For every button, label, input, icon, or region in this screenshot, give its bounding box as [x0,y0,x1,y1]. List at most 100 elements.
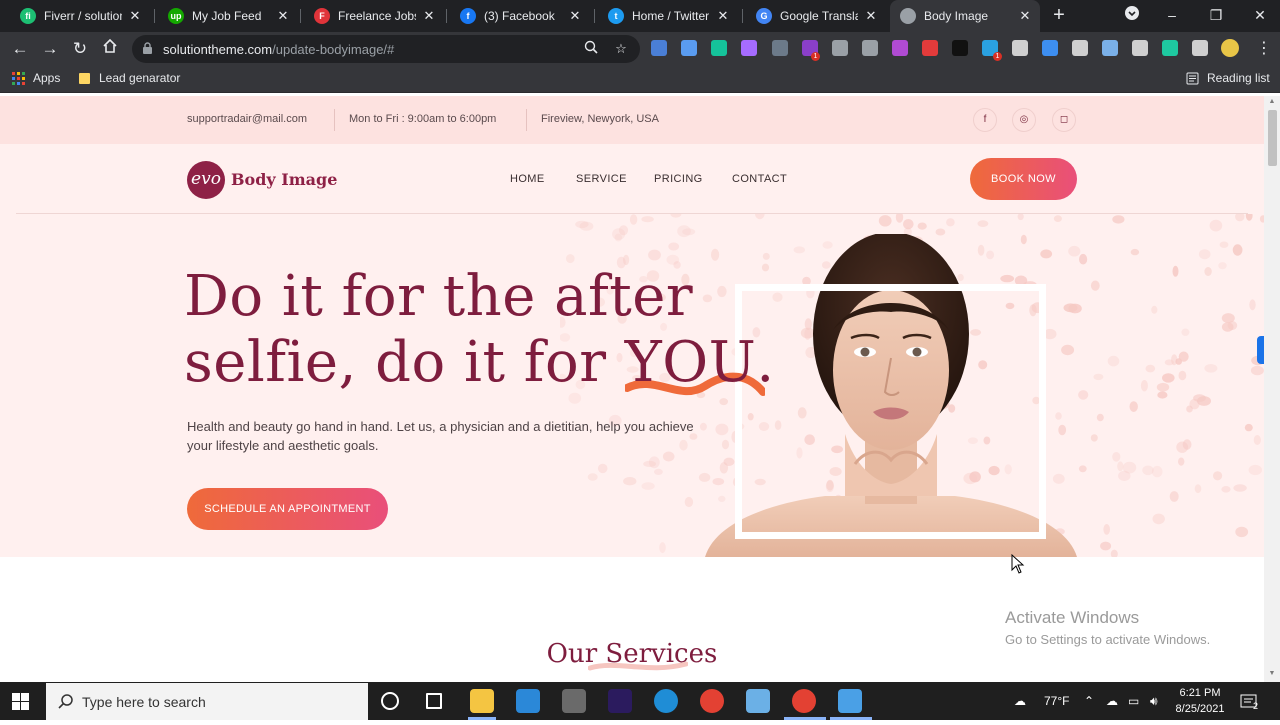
back-button[interactable]: ← [8,37,32,61]
snip-tool-icon[interactable] [838,689,862,713]
browser-tab[interactable]: Body Image ✕ [890,0,1040,32]
maximize-button[interactable]: ❐ [1196,0,1236,32]
bookmark-apps[interactable]: Apps [12,71,60,85]
puzzle-extension-icon[interactable] [1192,40,1208,56]
reload-button[interactable]: ↻ [68,37,92,61]
chrome-icon[interactable] [700,689,724,713]
pattern-dot [1017,214,1024,221]
logo-mark[interactable]: evo [187,161,225,199]
scroll-down-icon[interactable]: ▼ [1268,670,1276,677]
pattern-dot [1129,401,1138,412]
task-view-icon[interactable] [381,692,399,710]
close-window-button[interactable]: ✕ [1240,0,1280,32]
minimize-button[interactable]: – [1152,0,1192,32]
triangle-extension-icon[interactable] [1012,40,1028,56]
camera-extension-icon[interactable] [862,40,878,56]
flag-extension-icon[interactable] [1162,40,1178,56]
pattern-dot [1178,457,1185,466]
new-tab-button[interactable]: + [1048,4,1070,26]
support-email[interactable]: supportradair@mail.com [187,113,307,125]
pattern-dot [1178,370,1187,381]
tray-network-alert-icon[interactable]: ☁ [1106,682,1118,720]
weather-icon[interactable]: ☁ [1014,682,1026,720]
logo-text[interactable]: Body Image [231,170,337,189]
schedule-appointment-button[interactable]: SCHEDULE AN APPOINTMENT [187,488,388,530]
file-explorer-icon[interactable] [470,689,494,713]
profile-avatar-icon[interactable] [1221,39,1239,57]
tab-label: Home / Twitter [632,9,710,23]
scrollbar-thumb[interactable] [1268,110,1277,166]
chrome-profile-icon[interactable] [792,689,816,713]
bookmark-star-icon[interactable]: ☆ [612,40,630,58]
moz-extension-icon[interactable] [1072,40,1088,56]
after-effects-icon[interactable] [608,689,632,713]
nav-contact[interactable]: CONTACT [732,173,787,185]
close-tab-icon[interactable]: ✕ [864,8,878,24]
apps-grid-icon [12,71,25,85]
download-extension-icon[interactable] [1042,40,1058,56]
pokeball-extension-icon[interactable] [922,40,938,56]
close-tab-icon[interactable]: ✕ [128,8,142,24]
browser-tab[interactable]: fi Fiverr / solutionth ✕ [10,0,150,32]
system-clock[interactable]: 6:21 PM 8/25/2021 [1170,685,1230,717]
facebook-icon[interactable]: f [973,108,997,132]
ui-extension-icon[interactable] [892,40,908,56]
address-bar[interactable]: solutiontheme.com/update-bodyimage/# ☆ [132,35,640,63]
close-tab-icon[interactable]: ✕ [716,8,730,24]
notifications-icon[interactable]: 2 [1240,682,1258,720]
tray-chevron-icon[interactable]: ⌃ [1084,682,1094,720]
weather-temp[interactable]: 77°F [1044,682,1069,720]
nav-pricing[interactable]: PRICING [654,173,703,185]
close-tab-icon[interactable]: ✕ [422,8,436,24]
grammarly-icon[interactable] [711,40,727,56]
close-tab-icon[interactable]: ✕ [276,8,290,24]
page-scrollbar[interactable]: ▲ ▼ [1264,96,1280,682]
code-extension-icon[interactable] [772,40,788,56]
instagram-icon[interactable]: ◻ [1052,108,1076,132]
mail-icon[interactable] [516,689,540,713]
store-icon[interactable] [562,689,586,713]
dark-extension-icon[interactable] [952,40,968,56]
notepad-icon[interactable] [746,689,770,713]
windows-start-icon[interactable] [12,693,29,710]
taskbar-search-box[interactable]: Type here to search [46,683,368,720]
pattern-dot [1162,373,1175,383]
scroll-up-icon[interactable]: ▲ [1268,98,1276,105]
pattern-dot [1096,413,1104,422]
zoom-icon[interactable] [582,40,600,58]
browser-tab[interactable]: up My Job Feed ✕ [158,0,298,32]
tab-separator [742,9,743,23]
timeline-icon[interactable] [426,693,442,709]
dribbble-icon[interactable]: ◎ [1012,108,1036,132]
browser-menu-icon[interactable]: ⋮ [1256,38,1272,58]
link-extension-icon[interactable] [681,40,697,56]
browser-toolbar: ← → ↻ solutiontheme.com/update-bodyimage… [0,32,1280,66]
volume-icon[interactable]: 🔊︎ [1150,682,1158,720]
bookmark-lead-generator[interactable]: Lead genarator [78,71,180,85]
pattern-dot [1152,513,1165,525]
network-icon[interactable]: ▭ [1128,682,1139,720]
home-button[interactable] [98,37,122,61]
book-now-button[interactable]: BOOK NOW [970,158,1077,200]
tab-search-button[interactable] [1112,0,1152,32]
forward-button[interactable]: → [38,37,62,61]
close-tab-icon[interactable]: ✕ [1018,8,1032,24]
browser-tab[interactable]: G Google Translate ✕ [746,0,886,32]
close-tab-icon[interactable]: ✕ [568,8,582,24]
mail-extension-icon[interactable] [832,40,848,56]
mouse-cursor-icon [1011,554,1025,574]
browser-tab[interactable]: f (3) Facebook ✕ [450,0,590,32]
formula-extension-icon[interactable] [1132,40,1148,56]
reading-list-button[interactable]: Reading list [1186,71,1270,85]
side-widget-tab[interactable] [1257,336,1264,364]
translate-extension-icon[interactable] [651,40,667,56]
edge-icon[interactable] [654,689,678,713]
pattern-dot [1245,214,1253,221]
pattern-dot [1176,441,1189,453]
screen-extension-icon[interactable] [1102,40,1118,56]
browser-tab[interactable]: F Freelance Jobs & ✕ [304,0,444,32]
nav-home[interactable]: HOME [510,173,545,185]
pen-extension-icon[interactable] [741,40,757,56]
nav-service[interactable]: SERVICE [576,173,627,185]
browser-tab[interactable]: t Home / Twitter ✕ [598,0,738,32]
